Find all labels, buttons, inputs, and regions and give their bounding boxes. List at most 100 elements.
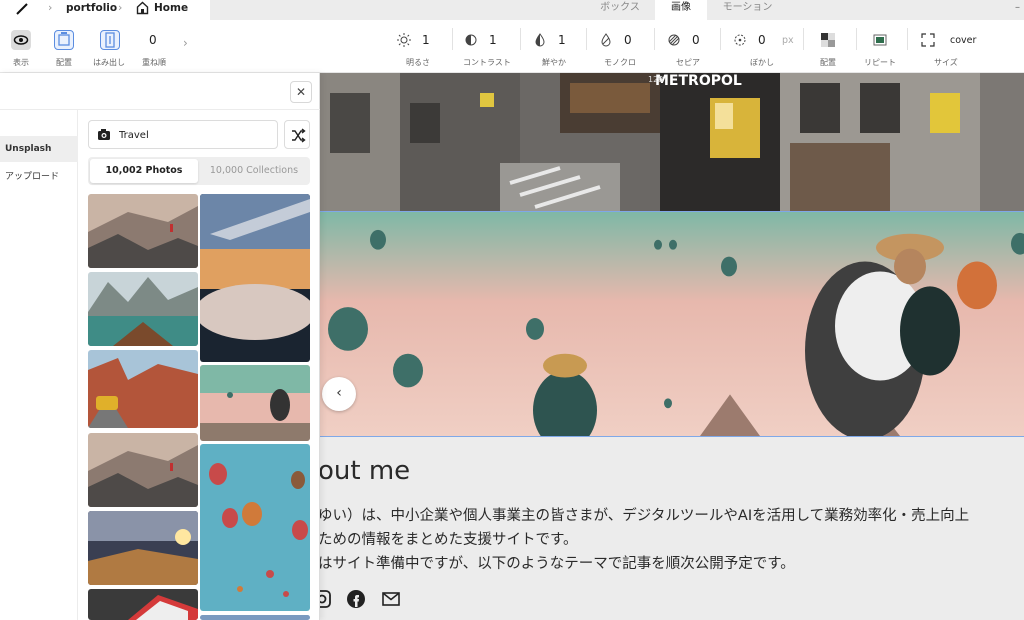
brightness-value[interactable]: 1 bbox=[422, 33, 430, 47]
source-unsplash[interactable]: Unsplash bbox=[0, 136, 78, 162]
chevron-right-icon: › bbox=[48, 1, 53, 14]
breadcrumb-home[interactable]: Home bbox=[154, 2, 188, 14]
sepia-tool[interactable]: 0 セピア bbox=[666, 20, 706, 73]
size-tool[interactable]: cover サイズ bbox=[918, 20, 978, 73]
photo-thumbnail[interactable] bbox=[88, 272, 198, 346]
placement-icon bbox=[58, 32, 70, 46]
tab-box[interactable]: ボックス bbox=[590, 0, 650, 20]
expand-icon bbox=[921, 33, 935, 47]
visibility-tool[interactable]: 表示 bbox=[8, 20, 38, 73]
monochrome-value[interactable]: 0 bbox=[624, 33, 632, 47]
media-panel: ✕ Unsplash アップロード 10,002 Photos 10,000 C… bbox=[0, 73, 320, 620]
photo-thumbnail[interactable] bbox=[88, 433, 198, 507]
size-label: サイズ bbox=[934, 58, 958, 67]
visibility-button[interactable] bbox=[11, 30, 31, 50]
placement-label: 配置 bbox=[56, 58, 72, 67]
contrast-icon bbox=[465, 34, 477, 46]
photo-thumbnail[interactable] bbox=[88, 511, 198, 585]
position-label: 配置 bbox=[820, 58, 836, 67]
mono-icon bbox=[601, 33, 611, 47]
about-paragraph-line[interactable]: ゆい）は、中小企業や個人事業主の皆さまが、デジタルツールやAIを活用して業務効率… bbox=[320, 504, 969, 525]
divider bbox=[720, 28, 721, 50]
layer-order-tool[interactable]: 0 重ね順 bbox=[140, 20, 172, 73]
blur-label: ぼかし bbox=[750, 58, 774, 67]
breadcrumb-portfolio[interactable]: portfolio bbox=[66, 2, 117, 14]
about-title[interactable]: out me bbox=[320, 456, 410, 486]
photos-collections-toggle: 10,002 Photos 10,000 Collections bbox=[88, 157, 310, 185]
source-upload[interactable]: アップロード bbox=[0, 164, 78, 190]
image-toolbar: 表示 配置 はみ出し 0 重ね順 › 1 明るさ 1 コントラスト 1 鮮やか … bbox=[0, 20, 1024, 73]
shuffle-button[interactable] bbox=[284, 120, 310, 149]
blur-value[interactable]: 0 bbox=[758, 33, 766, 47]
divider bbox=[520, 28, 521, 50]
divider bbox=[452, 28, 453, 50]
overflow-label: はみ出し bbox=[93, 58, 125, 67]
divider bbox=[803, 28, 804, 50]
close-icon: ✕ bbox=[295, 85, 307, 99]
position-tool[interactable]: 配置 bbox=[816, 20, 846, 73]
photo-thumbnail[interactable] bbox=[88, 194, 198, 268]
photo-thumbnail[interactable] bbox=[200, 615, 310, 620]
collections-tab[interactable]: 10,000 Collections bbox=[200, 159, 308, 183]
brightness-tool[interactable]: 1 明るさ bbox=[396, 20, 446, 73]
layer-order-value[interactable]: 0 bbox=[149, 33, 157, 47]
photos-tab[interactable]: 10,002 Photos bbox=[90, 159, 198, 183]
photo-thumbnail[interactable] bbox=[200, 194, 310, 362]
contrast-value[interactable]: 1 bbox=[489, 33, 497, 47]
eye-icon bbox=[13, 35, 29, 45]
close-button[interactable]: ✕ bbox=[290, 81, 312, 103]
tab-motion[interactable]: モーション bbox=[715, 0, 780, 20]
monochrome-tool[interactable]: 0 モノクロ bbox=[598, 20, 642, 73]
repeat-icon bbox=[873, 34, 887, 46]
photo-thumbnail[interactable] bbox=[88, 589, 198, 620]
saturation-label: 鮮やか bbox=[542, 58, 566, 67]
tab-image[interactable]: 画像 bbox=[655, 0, 707, 20]
placement-button[interactable] bbox=[54, 30, 74, 50]
sepia-value[interactable]: 0 bbox=[692, 33, 700, 47]
repeat-tool[interactable]: リピート bbox=[864, 20, 900, 73]
overflow-icon bbox=[105, 32, 115, 48]
breadcrumb: › portfolio › Home bbox=[0, 0, 210, 20]
chevron-left-icon: ‹ bbox=[336, 385, 342, 401]
visibility-label: 表示 bbox=[13, 58, 29, 67]
shuffle-icon bbox=[292, 128, 306, 143]
repeat-label: リピート bbox=[864, 58, 896, 67]
home-icon bbox=[136, 1, 149, 15]
photo-thumbnail[interactable] bbox=[200, 444, 310, 611]
chevron-right-icon: › bbox=[118, 1, 123, 14]
overflow-button[interactable] bbox=[100, 30, 120, 50]
photo-search[interactable] bbox=[88, 120, 278, 149]
about-paragraph-line[interactable]: はサイト準備中ですが、以下のようなテーマで記事を順次公開予定です。 bbox=[320, 552, 795, 573]
divider bbox=[856, 28, 857, 50]
balloons-photo[interactable] bbox=[320, 211, 1024, 437]
layer-order-label: 重ね順 bbox=[142, 58, 166, 67]
street-photo[interactable]: METROPOL 128 bbox=[320, 73, 1024, 211]
about-paragraph-line[interactable]: ための情報をまとめた支援サイトです。 bbox=[320, 528, 578, 549]
chevron-right-icon[interactable]: › bbox=[183, 36, 188, 50]
size-value[interactable]: cover bbox=[950, 35, 976, 46]
photo-thumbnail[interactable] bbox=[200, 365, 310, 441]
mail-icon[interactable] bbox=[381, 589, 401, 609]
brightness-label: 明るさ bbox=[406, 58, 430, 67]
facebook-icon[interactable] bbox=[346, 589, 366, 609]
carousel-prev-button[interactable]: ‹ bbox=[322, 377, 356, 411]
divider bbox=[586, 28, 587, 50]
divider bbox=[907, 28, 908, 50]
overflow-menu[interactable]: – bbox=[1015, 2, 1020, 13]
saturation-icon bbox=[535, 33, 545, 47]
sun-icon bbox=[397, 33, 411, 47]
overflow-tool[interactable]: はみ出し bbox=[92, 20, 130, 73]
top-bar: › portfolio › Home ボックス 画像 モーション – bbox=[0, 0, 1024, 20]
contrast-label: コントラスト bbox=[463, 58, 511, 67]
placement-tool[interactable]: 配置 bbox=[52, 20, 82, 73]
editor-tabs: ボックス 画像 モーション bbox=[210, 0, 1024, 20]
saturation-value[interactable]: 1 bbox=[558, 33, 566, 47]
blur-tool[interactable]: 0 px ぼかし bbox=[732, 20, 802, 73]
instagram-icon[interactable] bbox=[320, 589, 332, 609]
photo-thumbnail[interactable] bbox=[88, 350, 198, 428]
street-number: 128 bbox=[648, 75, 663, 84]
search-input[interactable] bbox=[119, 126, 269, 144]
contrast-tool[interactable]: 1 コントラスト bbox=[463, 20, 523, 73]
saturation-tool[interactable]: 1 鮮やか bbox=[532, 20, 572, 73]
pencil-icon[interactable] bbox=[14, 1, 30, 17]
